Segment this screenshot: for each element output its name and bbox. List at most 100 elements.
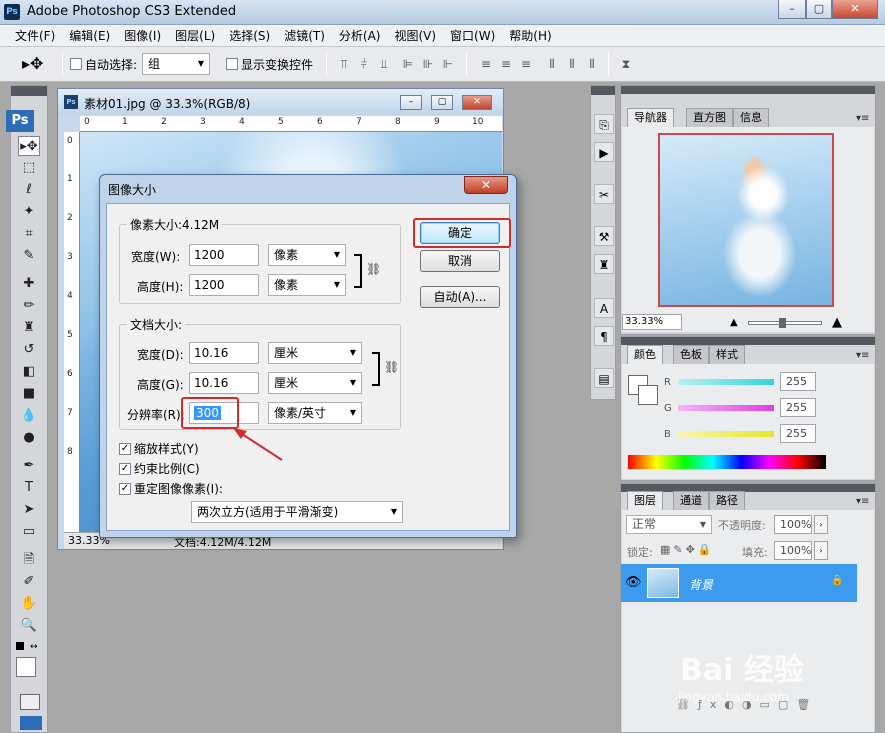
- pixel-width-unit-select[interactable]: 像素 ▼: [268, 244, 346, 266]
- tab-paths[interactable]: 路径: [709, 491, 745, 510]
- color-background-swatch[interactable]: [638, 385, 658, 405]
- tab-layers[interactable]: 图层: [627, 491, 663, 510]
- layer-row-background[interactable]: 👁 背景 🔒: [621, 564, 857, 602]
- distribute-bottom-icon[interactable]: ≡: [518, 56, 534, 72]
- crop-tool-icon[interactable]: ⌗: [18, 224, 40, 244]
- swap-colors-icon[interactable]: ↔: [30, 642, 38, 652]
- doc-minimize-button[interactable]: –: [400, 95, 422, 110]
- pixel-width-input[interactable]: 1200: [189, 244, 259, 266]
- brush-tool-icon[interactable]: ✏: [18, 296, 40, 316]
- shape-tool-icon[interactable]: ▭: [18, 522, 40, 542]
- menu-filter[interactable]: 滤镜(T): [277, 27, 332, 44]
- resample-row[interactable]: ✓ 重定图像像素(I):: [119, 480, 223, 497]
- hand-tool-icon[interactable]: ✋: [18, 594, 40, 614]
- layer-comps-icon[interactable]: ▤: [594, 368, 614, 388]
- scale-styles-row[interactable]: ✓ 缩放样式(Y): [119, 440, 199, 457]
- doc-height-input[interactable]: 10.16: [189, 372, 259, 394]
- tab-color[interactable]: 颜色: [627, 345, 663, 364]
- blue-channel-value[interactable]: 255: [780, 424, 816, 443]
- history-brush-tool-icon[interactable]: ↺: [18, 340, 40, 360]
- menu-image[interactable]: 图像(I): [117, 27, 168, 44]
- auto-align-layers-icon[interactable]: ⧗: [618, 56, 634, 72]
- zoom-in-icon[interactable]: ▲: [832, 315, 842, 330]
- visibility-eye-icon[interactable]: 👁: [625, 575, 642, 590]
- zoom-tool-icon[interactable]: 🔍: [18, 616, 40, 636]
- maximize-button[interactable]: ▢: [806, 0, 832, 19]
- show-transform-checkbox[interactable]: [226, 56, 238, 70]
- align-left-icon[interactable]: ⊫: [400, 56, 416, 72]
- distribute-vcenter-icon[interactable]: ≡: [498, 56, 514, 72]
- panel-menu-icon[interactable]: ▾≡: [856, 496, 869, 507]
- pixel-height-input[interactable]: 1200: [189, 274, 259, 296]
- tool-presets-icon[interactable]: ✂: [594, 184, 614, 204]
- constrain-proportions-row[interactable]: ✓ 约束比例(C): [119, 460, 200, 477]
- auto-button[interactable]: 自动(A)...: [420, 286, 500, 308]
- align-hcenter-icon[interactable]: ⊪: [420, 56, 436, 72]
- foreground-color-swatch[interactable]: [16, 657, 36, 677]
- menu-analysis[interactable]: 分析(A): [332, 27, 388, 44]
- align-right-icon[interactable]: ⊩: [440, 56, 456, 72]
- blue-channel-slider[interactable]: [678, 431, 774, 437]
- document-titlebar[interactable]: Ps 素材01.jpg @ 33.3%(RGB/8) – ▢ ✕: [58, 89, 503, 115]
- clone-source-icon[interactable]: ♜: [594, 254, 614, 274]
- pixel-height-unit-select[interactable]: 像素 ▼: [268, 274, 346, 296]
- lasso-tool-icon[interactable]: ℓ: [18, 180, 40, 200]
- menu-select[interactable]: 选择(S): [222, 27, 277, 44]
- green-channel-value[interactable]: 255: [780, 398, 816, 417]
- doc-height-unit-select[interactable]: 厘米 ▼: [268, 372, 362, 394]
- marquee-tool-icon[interactable]: ⬚: [18, 158, 40, 178]
- red-channel-value[interactable]: 255: [780, 372, 816, 391]
- menu-help[interactable]: 帮助(H): [502, 27, 558, 44]
- default-colors-icon[interactable]: [16, 642, 24, 650]
- path-selection-tool-icon[interactable]: ➤: [18, 500, 40, 520]
- gradient-tool-icon[interactable]: ■: [18, 384, 40, 404]
- distribute-left-icon[interactable]: ⦀: [544, 56, 560, 72]
- close-button[interactable]: ✕: [832, 0, 878, 19]
- lock-icons[interactable]: ▦✎✥🔒: [660, 543, 715, 556]
- paragraph-panel-icon[interactable]: ¶: [594, 326, 614, 346]
- ok-button[interactable]: 确定: [420, 222, 500, 244]
- character-panel-icon[interactable]: A: [594, 298, 614, 318]
- fill-value[interactable]: 100%: [774, 541, 812, 560]
- menu-edit[interactable]: 编辑(E): [62, 27, 117, 44]
- navigator-thumbnail[interactable]: [658, 133, 834, 307]
- green-channel-slider[interactable]: [678, 405, 774, 411]
- actions-panel-icon[interactable]: ▶: [594, 142, 614, 162]
- notes-tool-icon[interactable]: 🗎: [18, 550, 40, 570]
- history-panel-icon[interactable]: ⎘: [594, 114, 614, 134]
- dodge-tool-icon[interactable]: ●: [18, 428, 40, 448]
- dock-grip[interactable]: [591, 86, 615, 95]
- align-vcenter-icon[interactable]: ⫩: [356, 56, 372, 72]
- panel-grip[interactable]: [621, 86, 875, 94]
- color-spectrum-bar[interactable]: [628, 455, 826, 469]
- constrain-proportions-checkbox[interactable]: ✓: [119, 462, 131, 475]
- doc-maximize-button[interactable]: ▢: [431, 95, 453, 110]
- minimize-button[interactable]: –: [778, 0, 806, 19]
- healing-brush-tool-icon[interactable]: ✚: [18, 274, 40, 294]
- navigator-zoom-field[interactable]: 33.33%: [622, 314, 682, 330]
- distribute-hcenter-icon[interactable]: ⦀: [564, 56, 580, 72]
- doc-width-input[interactable]: 10.16: [189, 342, 259, 364]
- resample-method-select[interactable]: 两次立方(适用于平滑渐变) ▼: [191, 501, 403, 523]
- doc-width-unit-select[interactable]: 厘米 ▼: [268, 342, 362, 364]
- opacity-stepper[interactable]: ›: [814, 515, 828, 534]
- tab-histogram[interactable]: 直方图: [686, 108, 733, 127]
- tab-channels[interactable]: 通道: [673, 491, 709, 510]
- quick-mask-icon[interactable]: [20, 694, 40, 710]
- zoom-out-icon[interactable]: ▲: [730, 317, 738, 328]
- tab-swatches[interactable]: 色板: [673, 345, 709, 364]
- fill-stepper[interactable]: ›: [814, 541, 828, 560]
- opacity-value[interactable]: 100%: [774, 515, 812, 534]
- blur-tool-icon[interactable]: 💧: [18, 406, 40, 426]
- resolution-unit-select[interactable]: 像素/英寸 ▼: [268, 402, 362, 424]
- auto-select-checkbox[interactable]: [70, 56, 82, 70]
- brushes-panel-icon[interactable]: ⚒: [594, 226, 614, 246]
- auto-select-dropdown[interactable]: 组 ▼: [142, 53, 210, 75]
- menu-layer[interactable]: 图层(L): [168, 27, 222, 44]
- menu-view[interactable]: 视图(V): [387, 27, 443, 44]
- align-top-icon[interactable]: ⫪: [336, 56, 352, 72]
- cancel-button[interactable]: 取消: [420, 250, 500, 272]
- tab-navigator[interactable]: 导航器: [627, 108, 674, 127]
- distribute-top-icon[interactable]: ≡: [478, 56, 494, 72]
- magic-wand-tool-icon[interactable]: ✦: [18, 202, 40, 222]
